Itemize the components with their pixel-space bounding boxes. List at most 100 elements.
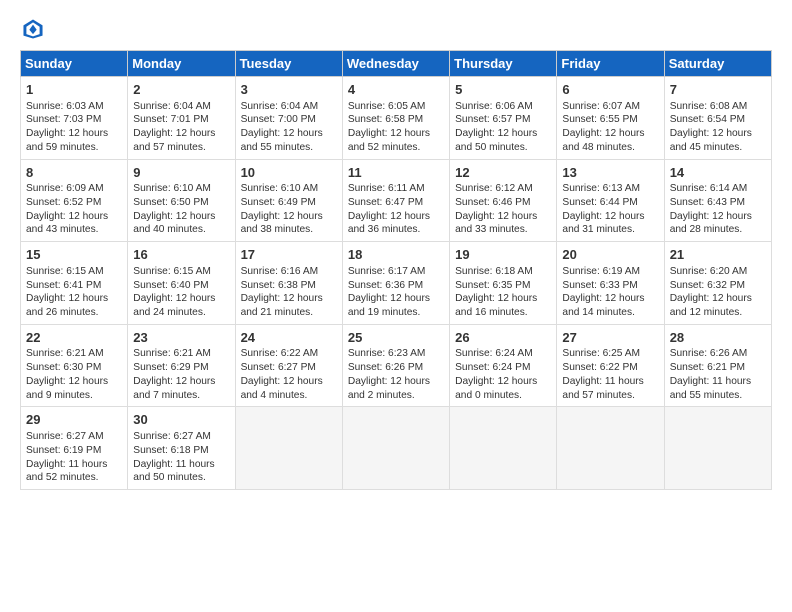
- day-info: Sunrise: 6:18 AM Sunset: 6:35 PM Dayligh…: [455, 265, 551, 320]
- calendar-cell: 1Sunrise: 6:03 AM Sunset: 7:03 PM Daylig…: [21, 77, 128, 160]
- day-number: 13: [562, 164, 658, 182]
- calendar-cell: 6Sunrise: 6:07 AM Sunset: 6:55 PM Daylig…: [557, 77, 664, 160]
- day-number: 6: [562, 81, 658, 99]
- calendar-cell: [235, 407, 342, 490]
- calendar-cell: 13Sunrise: 6:13 AM Sunset: 6:44 PM Dayli…: [557, 159, 664, 242]
- day-number: 14: [670, 164, 766, 182]
- weekday-header-monday: Monday: [128, 51, 235, 77]
- logo-icon: [22, 18, 44, 40]
- day-number: 20: [562, 246, 658, 264]
- day-info: Sunrise: 6:21 AM Sunset: 6:30 PM Dayligh…: [26, 347, 122, 402]
- day-number: 4: [348, 81, 444, 99]
- day-number: 5: [455, 81, 551, 99]
- calendar-cell: 19Sunrise: 6:18 AM Sunset: 6:35 PM Dayli…: [450, 242, 557, 325]
- header: [20, 18, 772, 40]
- day-number: 11: [348, 164, 444, 182]
- calendar-week-row: 1Sunrise: 6:03 AM Sunset: 7:03 PM Daylig…: [21, 77, 772, 160]
- calendar-cell: 12Sunrise: 6:12 AM Sunset: 6:46 PM Dayli…: [450, 159, 557, 242]
- day-number: 25: [348, 329, 444, 347]
- calendar-cell: 28Sunrise: 6:26 AM Sunset: 6:21 PM Dayli…: [664, 324, 771, 407]
- calendar-cell: 2Sunrise: 6:04 AM Sunset: 7:01 PM Daylig…: [128, 77, 235, 160]
- day-number: 16: [133, 246, 229, 264]
- day-info: Sunrise: 6:21 AM Sunset: 6:29 PM Dayligh…: [133, 347, 229, 402]
- day-number: 21: [670, 246, 766, 264]
- day-number: 1: [26, 81, 122, 99]
- page: SundayMondayTuesdayWednesdayThursdayFrid…: [0, 0, 792, 500]
- calendar-cell: 10Sunrise: 6:10 AM Sunset: 6:49 PM Dayli…: [235, 159, 342, 242]
- calendar-cell: 27Sunrise: 6:25 AM Sunset: 6:22 PM Dayli…: [557, 324, 664, 407]
- calendar-week-row: 15Sunrise: 6:15 AM Sunset: 6:41 PM Dayli…: [21, 242, 772, 325]
- day-number: 30: [133, 411, 229, 429]
- day-number: 28: [670, 329, 766, 347]
- weekday-header-saturday: Saturday: [664, 51, 771, 77]
- day-number: 7: [670, 81, 766, 99]
- day-info: Sunrise: 6:04 AM Sunset: 7:00 PM Dayligh…: [241, 100, 337, 155]
- day-info: Sunrise: 6:05 AM Sunset: 6:58 PM Dayligh…: [348, 100, 444, 155]
- day-info: Sunrise: 6:25 AM Sunset: 6:22 PM Dayligh…: [562, 347, 658, 402]
- calendar-cell: 24Sunrise: 6:22 AM Sunset: 6:27 PM Dayli…: [235, 324, 342, 407]
- calendar-cell: 15Sunrise: 6:15 AM Sunset: 6:41 PM Dayli…: [21, 242, 128, 325]
- calendar-cell: 29Sunrise: 6:27 AM Sunset: 6:19 PM Dayli…: [21, 407, 128, 490]
- calendar-cell: 30Sunrise: 6:27 AM Sunset: 6:18 PM Dayli…: [128, 407, 235, 490]
- day-number: 9: [133, 164, 229, 182]
- day-info: Sunrise: 6:17 AM Sunset: 6:36 PM Dayligh…: [348, 265, 444, 320]
- day-number: 8: [26, 164, 122, 182]
- calendar-cell: [342, 407, 449, 490]
- day-number: 26: [455, 329, 551, 347]
- day-info: Sunrise: 6:11 AM Sunset: 6:47 PM Dayligh…: [348, 182, 444, 237]
- day-number: 29: [26, 411, 122, 429]
- calendar-cell: 23Sunrise: 6:21 AM Sunset: 6:29 PM Dayli…: [128, 324, 235, 407]
- calendar-cell: 17Sunrise: 6:16 AM Sunset: 6:38 PM Dayli…: [235, 242, 342, 325]
- calendar-cell: 16Sunrise: 6:15 AM Sunset: 6:40 PM Dayli…: [128, 242, 235, 325]
- calendar-week-row: 29Sunrise: 6:27 AM Sunset: 6:19 PM Dayli…: [21, 407, 772, 490]
- calendar-cell: [450, 407, 557, 490]
- weekday-header-thursday: Thursday: [450, 51, 557, 77]
- calendar-cell: 11Sunrise: 6:11 AM Sunset: 6:47 PM Dayli…: [342, 159, 449, 242]
- day-info: Sunrise: 6:16 AM Sunset: 6:38 PM Dayligh…: [241, 265, 337, 320]
- day-info: Sunrise: 6:13 AM Sunset: 6:44 PM Dayligh…: [562, 182, 658, 237]
- day-info: Sunrise: 6:03 AM Sunset: 7:03 PM Dayligh…: [26, 100, 122, 155]
- calendar-week-row: 8Sunrise: 6:09 AM Sunset: 6:52 PM Daylig…: [21, 159, 772, 242]
- calendar-cell: 3Sunrise: 6:04 AM Sunset: 7:00 PM Daylig…: [235, 77, 342, 160]
- calendar-cell: 25Sunrise: 6:23 AM Sunset: 6:26 PM Dayli…: [342, 324, 449, 407]
- calendar-cell: 18Sunrise: 6:17 AM Sunset: 6:36 PM Dayli…: [342, 242, 449, 325]
- day-info: Sunrise: 6:15 AM Sunset: 6:40 PM Dayligh…: [133, 265, 229, 320]
- day-number: 17: [241, 246, 337, 264]
- weekday-header-row: SundayMondayTuesdayWednesdayThursdayFrid…: [21, 51, 772, 77]
- day-number: 24: [241, 329, 337, 347]
- calendar-cell: 7Sunrise: 6:08 AM Sunset: 6:54 PM Daylig…: [664, 77, 771, 160]
- day-info: Sunrise: 6:04 AM Sunset: 7:01 PM Dayligh…: [133, 100, 229, 155]
- calendar-cell: [664, 407, 771, 490]
- calendar-cell: 5Sunrise: 6:06 AM Sunset: 6:57 PM Daylig…: [450, 77, 557, 160]
- calendar-cell: 20Sunrise: 6:19 AM Sunset: 6:33 PM Dayli…: [557, 242, 664, 325]
- calendar-cell: 9Sunrise: 6:10 AM Sunset: 6:50 PM Daylig…: [128, 159, 235, 242]
- day-number: 23: [133, 329, 229, 347]
- day-number: 3: [241, 81, 337, 99]
- day-info: Sunrise: 6:23 AM Sunset: 6:26 PM Dayligh…: [348, 347, 444, 402]
- day-info: Sunrise: 6:06 AM Sunset: 6:57 PM Dayligh…: [455, 100, 551, 155]
- day-info: Sunrise: 6:14 AM Sunset: 6:43 PM Dayligh…: [670, 182, 766, 237]
- weekday-header-wednesday: Wednesday: [342, 51, 449, 77]
- day-info: Sunrise: 6:19 AM Sunset: 6:33 PM Dayligh…: [562, 265, 658, 320]
- calendar-cell: [557, 407, 664, 490]
- day-number: 15: [26, 246, 122, 264]
- calendar-cell: 22Sunrise: 6:21 AM Sunset: 6:30 PM Dayli…: [21, 324, 128, 407]
- weekday-header-sunday: Sunday: [21, 51, 128, 77]
- calendar-week-row: 22Sunrise: 6:21 AM Sunset: 6:30 PM Dayli…: [21, 324, 772, 407]
- day-number: 22: [26, 329, 122, 347]
- day-info: Sunrise: 6:26 AM Sunset: 6:21 PM Dayligh…: [670, 347, 766, 402]
- calendar-cell: 4Sunrise: 6:05 AM Sunset: 6:58 PM Daylig…: [342, 77, 449, 160]
- day-info: Sunrise: 6:15 AM Sunset: 6:41 PM Dayligh…: [26, 265, 122, 320]
- day-number: 12: [455, 164, 551, 182]
- calendar-table: SundayMondayTuesdayWednesdayThursdayFrid…: [20, 50, 772, 490]
- day-info: Sunrise: 6:27 AM Sunset: 6:19 PM Dayligh…: [26, 430, 122, 485]
- calendar-cell: 8Sunrise: 6:09 AM Sunset: 6:52 PM Daylig…: [21, 159, 128, 242]
- calendar-cell: 14Sunrise: 6:14 AM Sunset: 6:43 PM Dayli…: [664, 159, 771, 242]
- day-info: Sunrise: 6:22 AM Sunset: 6:27 PM Dayligh…: [241, 347, 337, 402]
- day-number: 10: [241, 164, 337, 182]
- day-info: Sunrise: 6:24 AM Sunset: 6:24 PM Dayligh…: [455, 347, 551, 402]
- weekday-header-tuesday: Tuesday: [235, 51, 342, 77]
- day-info: Sunrise: 6:07 AM Sunset: 6:55 PM Dayligh…: [562, 100, 658, 155]
- day-info: Sunrise: 6:09 AM Sunset: 6:52 PM Dayligh…: [26, 182, 122, 237]
- day-number: 2: [133, 81, 229, 99]
